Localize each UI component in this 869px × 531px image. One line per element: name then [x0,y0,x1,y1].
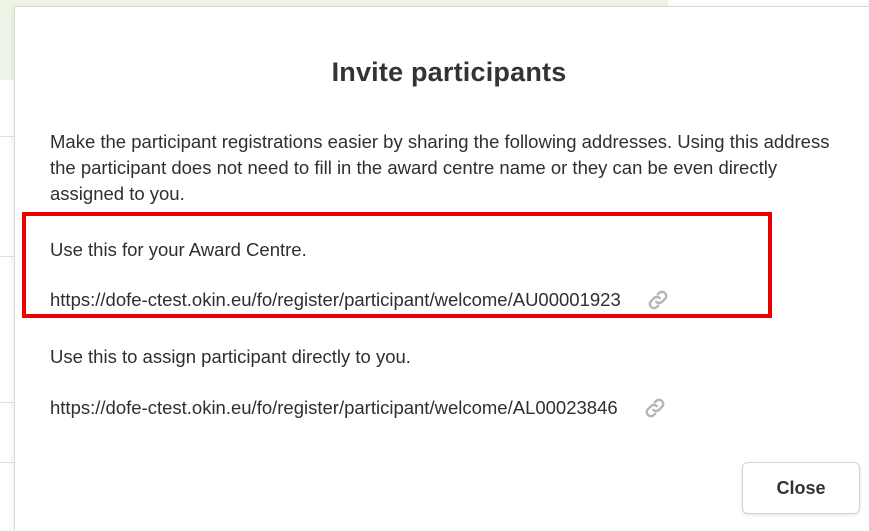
direct-assign-label: Use this to assign participant directly … [50,346,411,367]
link-icon[interactable] [644,397,666,419]
direct-assign-link-row: https://dofe-ctest.okin.eu/fo/register/p… [50,397,666,419]
dialog-intro-text: Make the participant registrations easie… [50,131,830,204]
close-button[interactable]: Close [742,462,860,514]
direct-assign-url[interactable]: https://dofe-ctest.okin.eu/fo/register/p… [50,397,618,419]
highlight-annotation-box [22,212,772,318]
dialog-title: Invite participants [331,57,567,87]
